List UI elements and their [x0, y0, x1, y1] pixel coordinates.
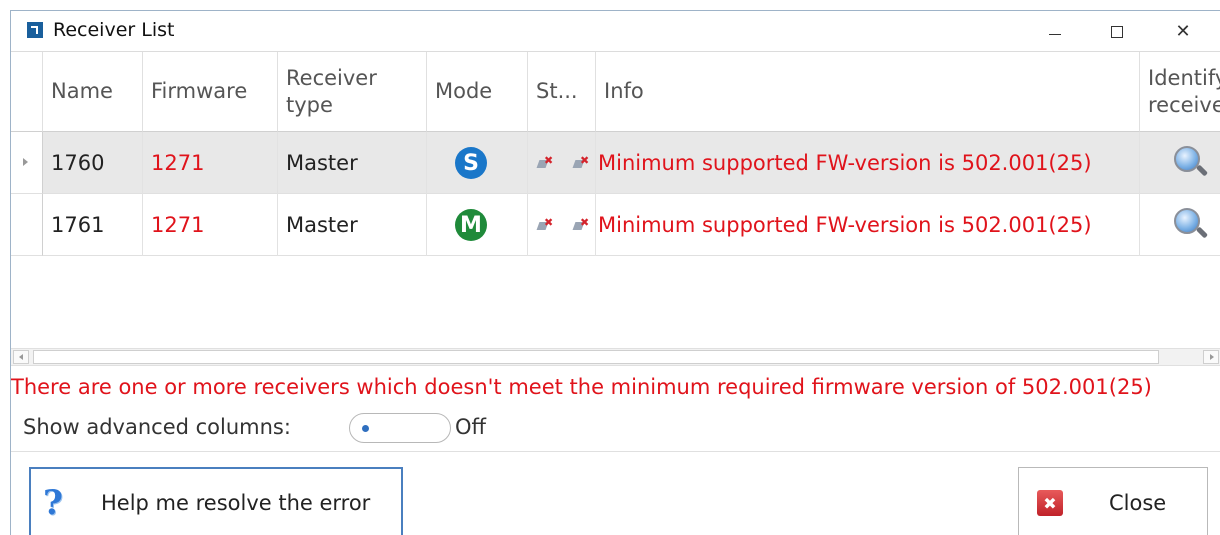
window-close-button[interactable]: ✕: [1159, 17, 1207, 47]
minimize-icon: [1049, 33, 1061, 35]
cell-mode[interactable]: M: [427, 194, 528, 256]
connection-error-icon: ✖: [536, 217, 554, 232]
cell-status[interactable]: ✖ ✖: [528, 132, 596, 194]
table-row[interactable]: 1761 1271 Master M ✖ ✖ Minimum supported…: [43, 194, 1220, 256]
close-icon: ✕: [1175, 21, 1191, 42]
receiver-grid: Name Firmware Receiver type Mode St... I…: [11, 51, 1220, 351]
table-row[interactable]: 1760 1271 Master S ✖ ✖ Minimum supported…: [43, 132, 1220, 194]
cell-name[interactable]: 1761: [43, 194, 143, 256]
receiver-list-window: Receiver List ✕ Name Firmware Receiver t…: [10, 10, 1220, 535]
title-bar[interactable]: Receiver List ✕: [11, 11, 1220, 51]
identify-magnifier-icon[interactable]: [1174, 146, 1209, 180]
cell-receiver-type[interactable]: Master: [278, 194, 427, 256]
firmware-error-message: There are one or more receivers which do…: [11, 375, 1152, 399]
column-header-receiver-type[interactable]: Receiver type: [278, 52, 427, 132]
horizontal-scrollbar[interactable]: [11, 348, 1220, 366]
cell-info[interactable]: Minimum supported FW-version is 502.001(…: [596, 194, 1140, 256]
question-mark-icon: ?: [43, 483, 63, 523]
advanced-columns-toggle[interactable]: [349, 413, 451, 443]
cell-receiver-type[interactable]: Master: [278, 132, 427, 194]
close-x-icon: ✖: [1037, 490, 1063, 516]
row-selector-header: [11, 52, 43, 132]
column-header-firmware[interactable]: Firmware: [143, 52, 278, 132]
row-selector[interactable]: [11, 132, 43, 194]
column-header-status[interactable]: St...: [528, 52, 596, 132]
cell-info[interactable]: Minimum supported FW-version is 502.001(…: [596, 132, 1140, 194]
maximize-icon: [1111, 26, 1123, 38]
cell-identify[interactable]: [1140, 194, 1220, 256]
cell-name[interactable]: 1760: [43, 132, 143, 194]
window-title: Receiver List: [53, 19, 175, 41]
close-button[interactable]: ✖ Close: [1018, 467, 1208, 535]
advanced-columns-label: Show advanced columns:: [23, 415, 291, 439]
cell-identify[interactable]: [1140, 132, 1220, 194]
row-selector[interactable]: [11, 194, 43, 256]
cell-firmware[interactable]: 1271: [143, 194, 278, 256]
close-button-label: Close: [1109, 491, 1167, 515]
app-icon: [27, 22, 43, 38]
mode-master-icon: M: [455, 209, 487, 241]
column-header-name[interactable]: Name: [43, 52, 143, 132]
divider: [11, 451, 1220, 452]
scrollbar-thumb[interactable]: [33, 350, 1159, 364]
help-button-label: Help me resolve the error: [101, 491, 371, 515]
scroll-right-arrow-icon[interactable]: [1203, 350, 1219, 364]
identify-magnifier-icon[interactable]: [1174, 208, 1209, 242]
column-header-identify[interactable]: Identify receiver: [1140, 52, 1220, 132]
scroll-left-arrow-icon[interactable]: [13, 350, 29, 364]
cell-mode[interactable]: S: [427, 132, 528, 194]
toggle-knob: [362, 425, 369, 432]
help-resolve-error-button[interactable]: ? Help me resolve the error: [29, 467, 403, 535]
mode-slave-icon: S: [455, 147, 487, 179]
current-row-indicator-icon: [23, 158, 28, 166]
column-header-info[interactable]: Info: [596, 52, 1140, 132]
connection-error-icon: ✖: [536, 155, 554, 170]
cell-status[interactable]: ✖ ✖: [528, 194, 596, 256]
toggle-state-text: Off: [455, 415, 486, 439]
minimize-button[interactable]: [1031, 17, 1079, 47]
firmware-error-icon: ✖: [572, 217, 590, 232]
column-header-mode[interactable]: Mode: [427, 52, 528, 132]
firmware-error-icon: ✖: [572, 155, 590, 170]
cell-firmware[interactable]: 1271: [143, 132, 278, 194]
maximize-button[interactable]: [1093, 17, 1141, 47]
